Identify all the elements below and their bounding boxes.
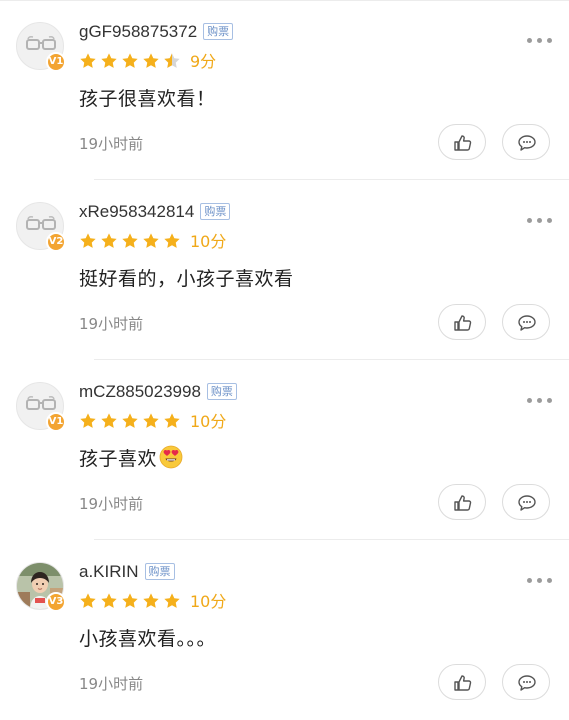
rating-score: 9分 — [190, 52, 217, 71]
more-options-button[interactable] — [527, 32, 553, 48]
star-icon — [164, 593, 180, 608]
username-text: mCZ885023998 — [79, 382, 201, 401]
star-icon — [101, 593, 117, 608]
thumbs-up-icon — [454, 675, 472, 691]
review-item: V2 xRe958342814 购票 10分 挺好看的，小孩子喜欢看 19小时前 — [0, 180, 569, 360]
rating-stars: 10分 — [79, 412, 226, 432]
comment-button[interactable] — [502, 124, 550, 160]
star-icon — [101, 413, 117, 428]
timestamp: 19小时前 — [79, 675, 144, 693]
more-dot — [547, 218, 552, 223]
star-icon — [101, 233, 117, 248]
star-icon — [80, 233, 96, 248]
like-button[interactable] — [438, 124, 486, 160]
username[interactable]: gGF958875372 购票 — [79, 22, 234, 42]
comment-bubble-icon — [518, 675, 536, 691]
more-dot — [547, 578, 552, 583]
star-icon — [164, 233, 180, 248]
review-text-body: 孩子喜欢 — [79, 448, 158, 470]
level-badge: V3 — [46, 592, 66, 612]
more-dot — [527, 218, 532, 223]
purchase-badge: 购票 — [206, 383, 237, 400]
username-text: xRe958342814 — [79, 202, 195, 221]
star-icon — [143, 593, 159, 608]
review-text: 挺好看的，小孩子喜欢看 — [79, 268, 294, 290]
star-icon — [143, 413, 159, 428]
star-icon — [80, 53, 96, 68]
rating-score: 10分 — [190, 592, 227, 611]
more-dot — [547, 398, 552, 403]
more-dot — [537, 218, 542, 223]
more-dot — [527, 398, 532, 403]
timestamp: 19小时前 — [79, 315, 144, 333]
level-badge: V1 — [46, 52, 66, 72]
half-star-icon — [164, 53, 180, 68]
review-text: 小孩喜欢看。。。 — [79, 628, 217, 650]
star-icon — [122, 413, 138, 428]
username-text: a.KIRIN — [79, 562, 139, 581]
star-icon — [122, 593, 138, 608]
star-icon — [101, 53, 117, 68]
comment-button[interactable] — [502, 664, 550, 700]
username[interactable]: mCZ885023998 购票 — [79, 382, 237, 402]
rating-stars: 10分 — [79, 232, 226, 252]
more-options-button[interactable] — [527, 212, 553, 228]
star-icon — [143, 233, 159, 248]
more-dot — [547, 38, 552, 43]
username-text: gGF958875372 — [79, 22, 198, 41]
like-button[interactable] — [438, 304, 486, 340]
star-icon — [122, 53, 138, 68]
like-button[interactable] — [438, 664, 486, 700]
review-item: V3 a.KIRIN 购票 10分 小孩喜欢看。。。 19小时前 — [0, 540, 569, 720]
comment-bubble-icon — [518, 495, 536, 511]
rating-stars: 10分 — [79, 592, 226, 612]
comment-button[interactable] — [502, 304, 550, 340]
star-icon — [164, 413, 180, 428]
comment-button[interactable] — [502, 484, 550, 520]
thumbs-up-icon — [454, 135, 472, 151]
more-dot — [527, 578, 532, 583]
timestamp: 19小时前 — [79, 495, 144, 513]
heart-eyes-emoji-icon — [159, 445, 183, 469]
level-badge: V2 — [46, 232, 66, 252]
username[interactable]: a.KIRIN 购票 — [79, 562, 175, 582]
review-item: V1 mCZ885023998 购票 10分 孩子喜欢 19小时前 — [0, 360, 569, 540]
star-icon — [143, 53, 159, 68]
review-item: V1 gGF958875372 购票 9分 孩子很喜欢看！ 19小时前 — [0, 0, 569, 180]
level-badge: V1 — [46, 412, 66, 432]
comment-bubble-icon — [518, 315, 536, 331]
thumbs-up-icon — [454, 315, 472, 331]
thumbs-up-icon — [454, 495, 472, 511]
more-dot — [537, 38, 542, 43]
purchase-badge: 购票 — [200, 203, 231, 220]
username[interactable]: xRe958342814 购票 — [79, 202, 231, 222]
more-options-button[interactable] — [527, 572, 553, 588]
star-icon — [122, 233, 138, 248]
more-dot — [527, 38, 532, 43]
more-dot — [537, 398, 542, 403]
review-text: 孩子很喜欢看！ — [79, 88, 216, 110]
timestamp: 19小时前 — [79, 135, 144, 153]
star-icon — [80, 593, 96, 608]
review-text: 孩子喜欢 — [79, 444, 183, 471]
star-icon — [80, 413, 96, 428]
more-dot — [537, 578, 542, 583]
purchase-badge: 购票 — [203, 23, 234, 40]
rating-score: 10分 — [190, 232, 227, 251]
rating-stars: 9分 — [79, 52, 216, 72]
more-options-button[interactable] — [527, 392, 553, 408]
like-button[interactable] — [438, 484, 486, 520]
purchase-badge: 购票 — [144, 563, 175, 580]
comment-bubble-icon — [518, 135, 536, 151]
rating-score: 10分 — [190, 412, 227, 431]
